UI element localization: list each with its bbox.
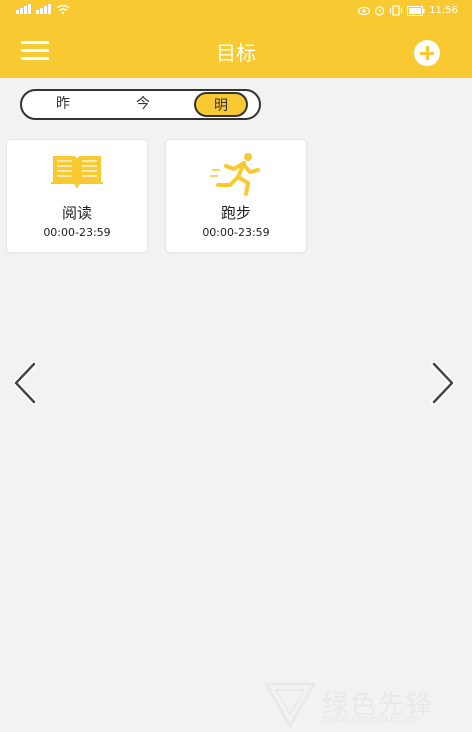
goal-card-running[interactable]: 跑步 00:00-23:59 [166, 140, 306, 252]
running-icon [210, 153, 260, 196]
card-icon-wrap [166, 152, 306, 196]
day-option-today[interactable]: 今 [122, 91, 164, 118]
prev-page-button[interactable] [10, 360, 40, 406]
goal-time: 00:00-23:59 [202, 226, 270, 239]
add-goal-button[interactable] [414, 40, 440, 66]
signal-icon [36, 4, 51, 14]
day-option-tomorrow[interactable]: 明 [194, 92, 248, 117]
chevron-left-icon [13, 361, 37, 405]
app-header: 11:56 目标 [0, 0, 472, 78]
status-left [16, 4, 70, 14]
book-icon [51, 156, 103, 188]
goal-time: 00:00-23:59 [43, 226, 111, 239]
goal-card-reading[interactable]: 阅读 00:00-23:59 [7, 140, 147, 252]
chevron-right-icon [431, 361, 455, 405]
watermark-logo-icon [263, 682, 317, 730]
watermark-url: www.greenxf.com [322, 712, 420, 725]
goal-name: 阅读 [61, 204, 92, 222]
day-option-yesterday[interactable]: 昨 [42, 91, 84, 118]
card-icon-wrap [7, 152, 147, 192]
watermark: 绿色先锋 www.greenxf.com [262, 676, 472, 732]
battery-icon [407, 5, 425, 16]
wifi-icon [56, 4, 70, 14]
status-right: 11:56 [358, 5, 458, 16]
next-page-button[interactable] [428, 360, 458, 406]
vibrate-icon [390, 5, 403, 16]
alarm-icon [375, 6, 385, 16]
signal-icon [16, 4, 31, 14]
page-title: 目标 [216, 41, 256, 65]
status-time: 11:56 [429, 5, 458, 16]
goal-name: 跑步 [220, 204, 251, 222]
day-selector: 昨 今 明 [20, 89, 261, 120]
eye-icon [358, 6, 371, 15]
status-bar: 11:56 [0, 0, 472, 24]
